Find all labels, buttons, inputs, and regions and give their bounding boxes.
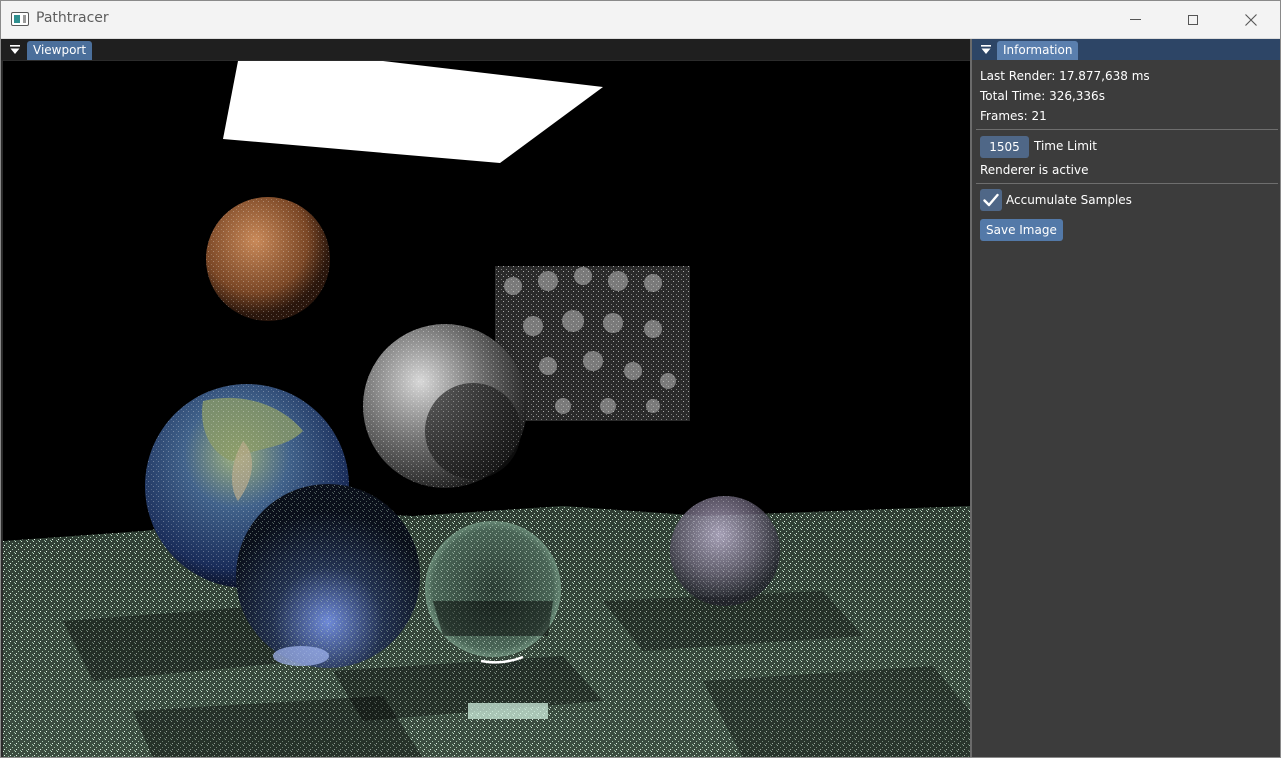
app-window: Pathtracer Viewport Information Last Ren… xyxy=(0,0,1281,758)
separator xyxy=(976,129,1278,130)
maximize-icon xyxy=(1188,14,1198,25)
title-bar[interactable]: Pathtracer xyxy=(1,1,1280,39)
viewport-tab-bar: Viewport xyxy=(1,39,970,60)
window-title: Pathtracer xyxy=(36,10,109,26)
checkmark-icon xyxy=(983,193,999,207)
information-menu-button[interactable] xyxy=(976,41,996,59)
total-time-text: Total Time: 326,336s xyxy=(980,89,1105,103)
dropdown-triangle-icon xyxy=(10,45,20,54)
save-image-button[interactable]: Save Image xyxy=(980,219,1063,241)
viewport-menu-button[interactable] xyxy=(5,41,25,59)
render-viewport[interactable] xyxy=(3,61,970,757)
last-render-text: Last Render: 17.877,638 ms xyxy=(980,69,1150,83)
tab-viewport[interactable]: Viewport xyxy=(27,41,93,60)
tab-information[interactable]: Information xyxy=(997,41,1079,60)
close-icon xyxy=(1245,13,1257,26)
minimize-button[interactable] xyxy=(1106,1,1164,38)
separator xyxy=(976,183,1278,184)
time-limit-input[interactable]: 1505 xyxy=(980,136,1029,158)
renderer-status-text: Renderer is active xyxy=(980,163,1089,177)
time-limit-label: Time Limit xyxy=(1034,139,1097,153)
information-panel: Information Last Render: 17.877,638 ms T… xyxy=(972,39,1280,757)
maximize-button[interactable] xyxy=(1164,1,1222,38)
rendered-scene-image xyxy=(3,61,970,757)
close-button[interactable] xyxy=(1222,1,1280,38)
app-icon xyxy=(11,12,29,26)
minimize-icon xyxy=(1129,19,1141,20)
frames-text: Frames: 21 xyxy=(980,109,1047,123)
dropdown-triangle-icon xyxy=(981,45,991,54)
accumulate-samples-checkbox[interactable] xyxy=(980,189,1002,211)
information-tab-bar: Information xyxy=(972,39,1280,60)
accumulate-samples-label: Accumulate Samples xyxy=(1006,193,1132,207)
